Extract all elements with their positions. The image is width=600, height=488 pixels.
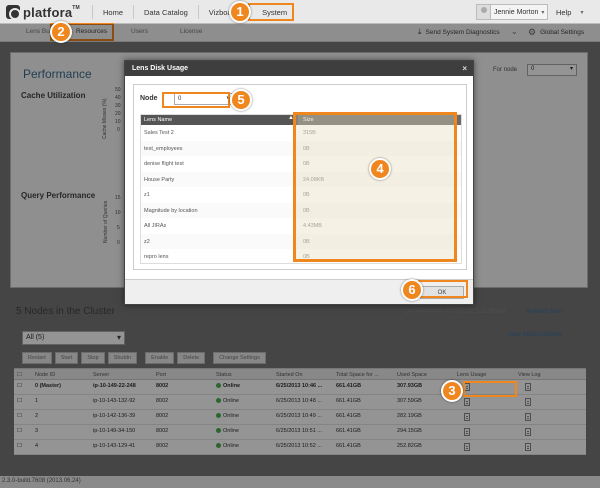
- lens-name-column-header[interactable]: Lens Name ▲: [141, 115, 298, 125]
- user-name: Jennie Morton: [494, 8, 539, 16]
- help-nav: Help ▾: [550, 0, 583, 24]
- lens-name-cell: test_employees: [144, 145, 183, 152]
- lens-name-cell: All JIRAs: [144, 223, 167, 229]
- size-column-highlight: [293, 112, 457, 262]
- callout-badge: 6: [401, 279, 423, 301]
- chevron-down-icon: ▾: [541, 9, 545, 16]
- callout-badge: 2: [50, 21, 72, 43]
- lens-name-cell: z1: [144, 192, 150, 198]
- lens-name-cell: House Party: [144, 176, 175, 183]
- platfora-logo[interactable]: platforaTM: [6, 4, 80, 20]
- logo-text: platforaTM: [23, 4, 80, 20]
- node-label: Node: [140, 95, 158, 102]
- dialog-header: Lens Disk Usage ×: [125, 61, 473, 76]
- logo-icon: [6, 5, 21, 20]
- callout-badge: 4: [369, 158, 391, 180]
- nav-home[interactable]: Home: [93, 8, 133, 17]
- callout-badge: 5: [230, 89, 252, 111]
- lens-name-cell: Sales Test 2: [144, 130, 174, 136]
- system-highlight: [248, 3, 294, 21]
- top-bar: platforaTM Home Data Catalog Vizboar Sys…: [0, 0, 600, 24]
- callout-badge: 1: [229, 1, 251, 23]
- dialog-title: Lens Disk Usage: [132, 65, 189, 72]
- user-menu[interactable]: Jennie Morton ▾: [476, 4, 549, 20]
- nav-data-catalog[interactable]: Data Catalog: [134, 8, 198, 17]
- lens-name-cell: repro lens: [144, 254, 169, 260]
- callout-badge: 3: [441, 380, 463, 402]
- lens-name-cell: z2: [144, 238, 150, 245]
- nav-help[interactable]: Help: [550, 8, 577, 17]
- avatar: [477, 5, 491, 19]
- close-icon[interactable]: ×: [462, 64, 467, 73]
- lens-usage-highlight: [463, 381, 517, 397]
- version-footer: 2.3.0-build.7608 (2013.06.24): [0, 476, 600, 488]
- chevron-down-icon: ▾: [580, 9, 584, 16]
- lens-name-cell: Magnitude by location: [144, 207, 198, 214]
- lens-name-cell: denise flight test: [144, 161, 184, 167]
- node-select-highlight: [162, 92, 230, 108]
- ok-button-highlight: [418, 280, 468, 298]
